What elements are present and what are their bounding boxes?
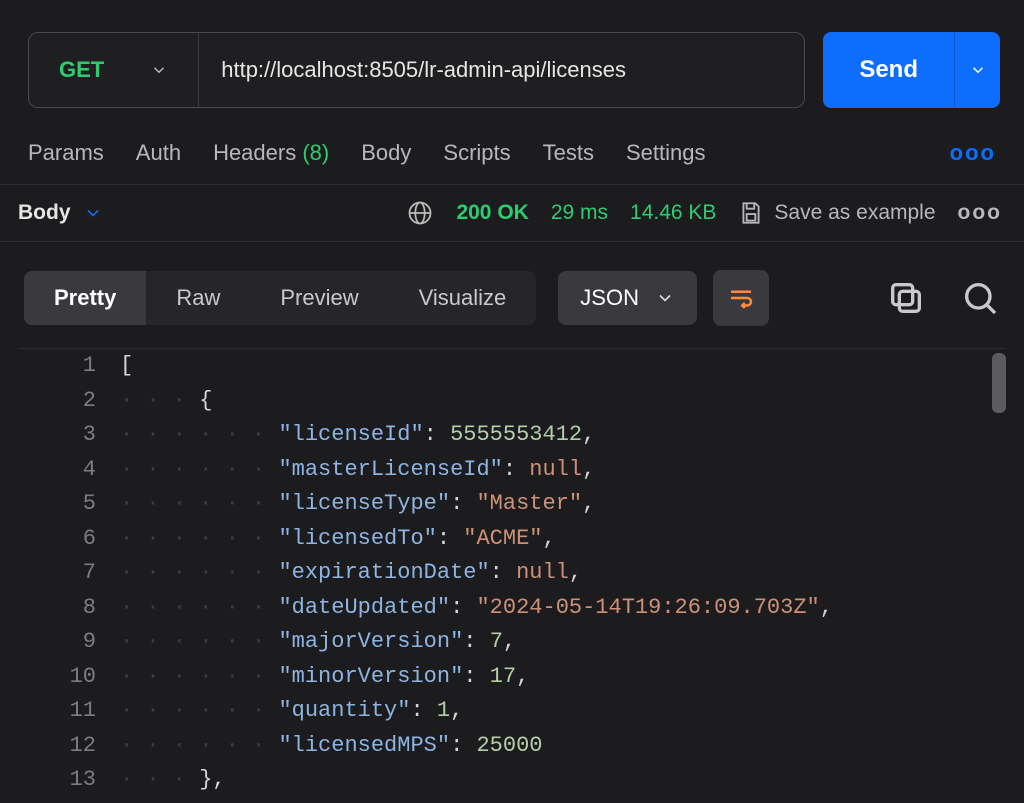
tab-settings[interactable]: Settings <box>626 140 706 166</box>
line-number: 6 <box>18 522 120 557</box>
chevron-down-icon <box>83 203 103 223</box>
scrollbar-thumb[interactable] <box>992 353 1006 413</box>
chevron-down-icon <box>969 61 987 79</box>
line-number: 7 <box>18 556 120 591</box>
http-method-select[interactable]: GET <box>29 33 199 107</box>
line-number: 10 <box>18 660 120 695</box>
tab-headers[interactable]: Headers (8) <box>213 140 329 166</box>
response-time: 29 ms <box>551 201 608 225</box>
line-number: 4 <box>18 453 120 488</box>
line-number: 13 <box>18 763 120 798</box>
response-view-row: Pretty Raw Preview Visualize JSON <box>0 242 1024 344</box>
tab-scripts[interactable]: Scripts <box>443 140 510 166</box>
code-content: · · · }, <box>120 763 226 798</box>
code-line: 12· · · · · · "licensedMPS": 25000 <box>18 729 1006 764</box>
copy-icon[interactable] <box>886 278 926 318</box>
code-line: 7· · · · · · "expirationDate": null, <box>18 556 1006 591</box>
code-content: · · · · · · "quantity": 1, <box>120 694 463 729</box>
code-line: 4· · · · · · "masterLicenseId": null, <box>18 453 1006 488</box>
line-number: 9 <box>18 625 120 660</box>
code-content: · · · · · · "majorVersion": 7, <box>120 625 516 660</box>
save-icon <box>738 200 764 226</box>
code-line: 3· · · · · · "licenseId": 5555553412, <box>18 418 1006 453</box>
tab-body[interactable]: Body <box>361 140 411 166</box>
line-number: 11 <box>18 694 120 729</box>
line-number: 1 <box>18 349 120 384</box>
code-content: · · · · · · "masterLicenseId": null, <box>120 453 595 488</box>
response-view-tabs: Pretty Raw Preview Visualize <box>24 271 536 325</box>
tab-auth[interactable]: Auth <box>136 140 181 166</box>
response-meta: Body 200 OK 29 ms 14.46 KB Save as examp… <box>0 185 1024 242</box>
code-line: 10· · · · · · "minorVersion": 17, <box>18 660 1006 695</box>
view-tab-raw[interactable]: Raw <box>146 271 250 325</box>
request-url-input[interactable] <box>199 33 804 107</box>
tab-params[interactable]: Params <box>28 140 104 166</box>
line-number: 3 <box>18 418 120 453</box>
code-line: 8· · · · · · "dateUpdated": "2024-05-14T… <box>18 591 1006 626</box>
code-line: 9· · · · · · "majorVersion": 7, <box>18 625 1006 660</box>
code-content: · · · · · · "licensedTo": "ACME", <box>120 522 556 557</box>
tab-headers-count: (8) <box>302 140 329 165</box>
wrap-icon <box>726 283 756 313</box>
request-bar: GET Send <box>0 0 1024 108</box>
code-content: · · · · · · "dateUpdated": "2024-05-14T1… <box>120 591 833 626</box>
view-tab-visualize[interactable]: Visualize <box>389 271 537 325</box>
tab-tests[interactable]: Tests <box>543 140 594 166</box>
code-content: · · · · · · "licensedMPS": 25000 <box>120 729 543 764</box>
search-icon[interactable] <box>960 278 1000 318</box>
code-content: · · · · · · "licenseType": "Master", <box>120 487 595 522</box>
save-as-example-label: Save as example <box>774 201 935 225</box>
tab-headers-label: Headers <box>213 140 296 165</box>
response-body-label: Body <box>18 201 71 225</box>
save-as-example-button[interactable]: Save as example <box>738 200 935 226</box>
code-line: 5· · · · · · "licenseType": "Master", <box>18 487 1006 522</box>
code-line: 2· · · { <box>18 384 1006 419</box>
response-more-button[interactable]: ooo <box>958 201 1002 225</box>
send-options-button[interactable] <box>954 32 1000 108</box>
line-number: 12 <box>18 729 120 764</box>
more-options-button[interactable]: ooo <box>950 140 996 166</box>
http-method-label: GET <box>59 57 104 83</box>
code-content: · · · · · · "minorVersion": 17, <box>120 660 529 695</box>
wrap-lines-button[interactable] <box>713 270 769 326</box>
format-select[interactable]: JSON <box>558 271 697 325</box>
line-number: 5 <box>18 487 120 522</box>
code-content: · · · · · · "expirationDate": null, <box>120 556 582 591</box>
view-tab-preview[interactable]: Preview <box>250 271 388 325</box>
response-body-toggle[interactable]: Body <box>18 201 103 225</box>
globe-icon <box>406 199 434 227</box>
chevron-down-icon <box>655 288 675 308</box>
code-content: · · · { <box>120 384 212 419</box>
line-number: 2 <box>18 384 120 419</box>
request-tabs: Params Auth Headers (8) Body Scripts Tes… <box>0 108 1024 185</box>
line-number: 8 <box>18 591 120 626</box>
view-tab-pretty[interactable]: Pretty <box>24 271 146 325</box>
code-line: 13· · · }, <box>18 763 1006 798</box>
send-group: Send <box>823 32 1000 108</box>
code-content: · · · · · · "licenseId": 5555553412, <box>120 418 595 453</box>
code-line: 1[ <box>18 349 1006 384</box>
response-size: 14.46 KB <box>630 201 716 225</box>
status-code: 200 OK <box>456 201 528 225</box>
code-line: 11· · · · · · "quantity": 1, <box>18 694 1006 729</box>
response-body-code[interactable]: 1[2· · · {3· · · · · · "licenseId": 5555… <box>18 348 1006 799</box>
send-button[interactable]: Send <box>823 32 954 108</box>
format-label: JSON <box>580 285 639 311</box>
code-line: 6· · · · · · "licensedTo": "ACME", <box>18 522 1006 557</box>
url-group: GET <box>28 32 805 108</box>
chevron-down-icon <box>150 61 168 79</box>
code-content: [ <box>120 349 133 384</box>
